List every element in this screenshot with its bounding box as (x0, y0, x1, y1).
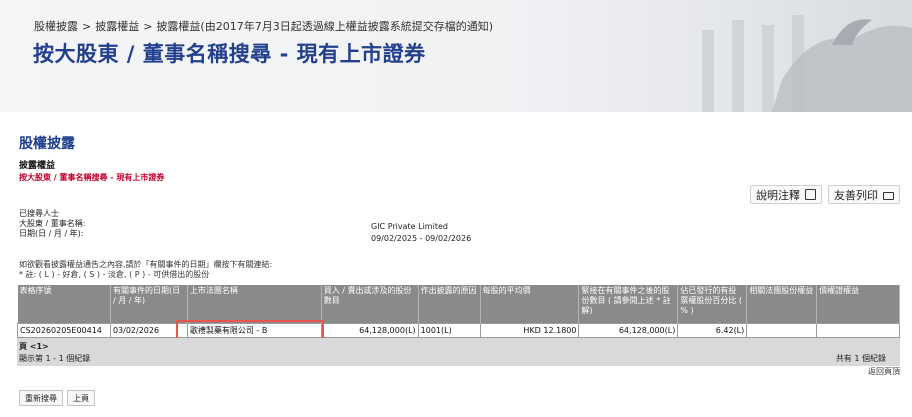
breadcrumb-item-current: 披露權益(由2017年7月3日起透過線上權益披露系統提交存檔的通知) (156, 20, 494, 33)
breadcrumb-separator: > (82, 20, 92, 33)
cell-reason: 1001(L) (417, 322, 481, 338)
col-header-shares-involved: 買入 / 賣出或涉及的股份數目 (321, 285, 419, 323)
banner-bull-image (702, 15, 912, 112)
section-title: 股權披露 (19, 136, 75, 152)
company-name: 歌禮製藥有限公司 - B (189, 325, 268, 335)
notes-button[interactable]: 說明注釋 (750, 185, 822, 204)
cell-avg-price: HKD 12.1800 (479, 322, 580, 338)
breadcrumb-item-interests[interactable]: 披露權益 (95, 18, 139, 34)
page-indicator[interactable]: 頁 <1> (19, 341, 49, 352)
print-label: 友善列印 (834, 188, 878, 202)
page-title: 按大股東 / 董事名稱搜尋 - 現有上市證券 (33, 42, 426, 66)
results-table: 表格序號 有關事件的日期(日 / 月 / 年) 上市法團名稱 買入 / 賣出或涉… (17, 285, 900, 343)
previous-page-button[interactable]: 上頁 (67, 390, 95, 406)
cell-debenture (816, 322, 900, 338)
note-line-1: 如欲觀看披露權益通告之內容,請於「有關事件的日期」欄按下有關連結: (19, 260, 273, 269)
col-header-form-no: 表格序號 (17, 285, 111, 323)
sub-title: 披露權益 (19, 161, 56, 171)
col-header-assoc-interest: 相關法團股份權益 (746, 285, 818, 323)
col-header-debenture: 債權證權益 (816, 285, 900, 323)
breadcrumb: 股權披露 > 披露權益 > 披露權益(由2017年7月3日起透過線上權益披露系統提交存檔… (34, 18, 493, 34)
header-banner: 股權披露 > 披露權益 > 披露權益(由2017年7月3日起透過線上權益披露系統提交存檔… (0, 0, 912, 112)
table-row: CS20260205E00414 03/02/2026 歌禮製藥有限公司 - B… (17, 319, 900, 343)
bottom-actions: 重新搜尋 上頁 (19, 390, 95, 406)
col-header-reason: 作出披露的原因 (418, 285, 481, 323)
col-header-pct: 佔已發行的有投票權股份百分比 ( % ) (677, 285, 748, 323)
print-button[interactable]: 友善列印 (828, 185, 900, 204)
record-total: 共有 1 個紀錄 (835, 354, 886, 363)
cell-pct: 6.42(L) (677, 322, 748, 338)
search-info: 已搜尋人士 大股東 / 董事名稱: 日期(日 / 月 / 年): (19, 209, 85, 239)
document-icon (805, 189, 816, 200)
table-header-row: 表格序號 有關事件的日期(日 / 月 / 年) 上市法團名稱 買入 / 賣出或涉… (17, 285, 900, 323)
cell-form-no: CS20260205E00414 (17, 322, 111, 338)
cell-assoc-interest (746, 322, 818, 338)
printer-icon (883, 191, 894, 200)
searcher-label: 已搜尋人士 (19, 209, 59, 218)
new-search-button[interactable]: 重新搜尋 (19, 390, 63, 406)
date-label: 日期(日 / 月 / 年): (19, 229, 84, 238)
cell-company: 歌禮製藥有限公司 - B (175, 319, 324, 343)
name-value: GIC Private Limited (371, 222, 448, 231)
instruction-note: 如欲觀看披露權益通告之內容,請於「有關事件的日期」欄按下有關連結: * 註: (… (19, 260, 272, 280)
cell-shares-involved: 64,128,000(L) (320, 322, 419, 338)
cell-event-date-link[interactable]: 03/02/2026 (109, 322, 188, 338)
notes-label: 說明注釋 (756, 188, 800, 202)
breadcrumb-separator: > (143, 20, 153, 33)
cell-shares-after: 64,128,000(L) (578, 322, 679, 338)
pagination-bar: 頁 <1> 顯示第 1 - 1 個紀錄 共有 1 個紀錄 (17, 338, 900, 366)
name-label: 大股東 / 董事名稱: (19, 219, 86, 228)
col-header-shares-after: 緊接在有關事件之後的股份數目 ( 請參閱上述 * 註解) (578, 285, 679, 323)
back-to-top-link[interactable]: 返回頁頂 (868, 366, 900, 377)
col-header-company: 上市法團名稱 (187, 285, 322, 323)
sub-title-link[interactable]: 按大股東 / 董事名稱搜尋 - 現有上市證券 (19, 172, 164, 183)
toolbar: 說明注釋 友善列印 (750, 185, 900, 204)
search-info-values: GIC Private Limited 09/02/2025 - 09/02/2… (371, 221, 471, 245)
breadcrumb-item-disclosure[interactable]: 股權披露 (34, 18, 78, 34)
col-header-event-date: 有關事件的日期(日 / 月 / 年) (110, 285, 188, 323)
col-header-avg-price: 每股的平均價 (480, 285, 580, 323)
record-range: 顯示第 1 - 1 個紀錄 (19, 354, 91, 363)
note-line-2: * 註: ( L ) - 好倉, ( S ) - 淡倉, ( P ) - 可供借… (19, 270, 210, 279)
date-value: 09/02/2025 - 09/02/2026 (371, 234, 472, 243)
